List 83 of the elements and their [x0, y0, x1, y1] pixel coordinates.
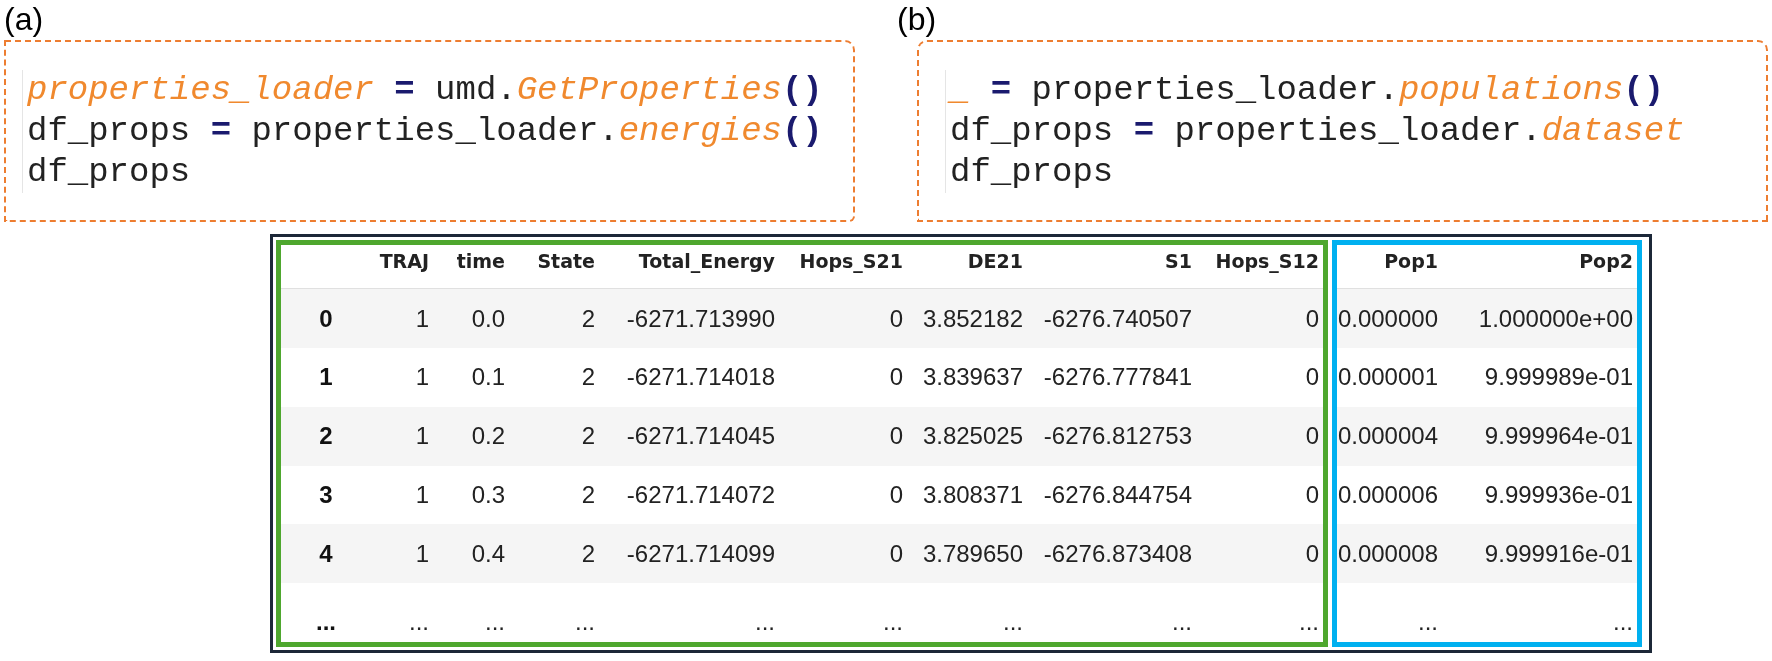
table-cell-text: 1 [414, 303, 430, 334]
row-index: 2 [318, 421, 334, 452]
table-cell-text: -6276.873408 [1042, 538, 1193, 569]
row-index: 3 [318, 479, 334, 510]
table-cell-text: -6276.740507 [1042, 303, 1193, 334]
code-line: df_props = properties_loader.dataset [950, 111, 1686, 152]
table-cell-text: 3.839637 [921, 362, 1024, 393]
table-cell-text: 9.999964e-01 [1483, 421, 1634, 452]
table-cell-text: 2 [580, 479, 596, 510]
table-cell-text: ... [882, 607, 904, 637]
table-cell-text: -6271.714018 [625, 362, 776, 393]
table-cell-text: 3.852182 [921, 303, 1024, 334]
table-cell-text: 0 [888, 479, 904, 510]
table-cell-text: ... [574, 607, 596, 637]
column-header: State [536, 249, 596, 274]
table-cell-text: ... [1417, 607, 1439, 637]
table-cell-text: 0 [888, 421, 904, 452]
table-cell-text: 2 [580, 538, 596, 569]
code-line: df_props [950, 152, 1115, 193]
table-cell-text: 1 [414, 538, 430, 569]
table-cell-text: ... [1298, 607, 1320, 637]
table-cell-text: -6276.812753 [1042, 421, 1193, 452]
table-cell-text: 0 [1304, 421, 1320, 452]
code-line: properties_loader = umd.GetProperties() [27, 70, 824, 111]
column-header: time [455, 249, 506, 274]
table-cell-text: 0.000008 [1337, 538, 1439, 569]
code-line: df_props [27, 152, 192, 193]
column-header: TRAJ [378, 249, 430, 274]
table-cell-text: -6271.714045 [625, 421, 776, 452]
row-index: 1 [318, 362, 334, 393]
table-cell-text: 9.999916e-01 [1483, 538, 1634, 569]
table-cell-text: ... [754, 607, 776, 637]
table-cell-text: -6276.777841 [1042, 362, 1193, 393]
table-cell-text: 3.825025 [921, 421, 1024, 452]
column-header: Pop1 [1383, 249, 1439, 274]
column-header: S1 [1164, 249, 1193, 274]
table-cell-text: 1 [414, 362, 430, 393]
table-cell-text: 2 [580, 421, 596, 452]
row-index: ... [315, 607, 337, 637]
table-cell-text: -6271.713990 [625, 303, 776, 334]
table-cell-text: 9.999936e-01 [1483, 479, 1634, 510]
table-cell-text: 0.1 [470, 362, 506, 393]
column-header: DE21 [966, 249, 1024, 274]
table-cell-text: 0.0 [470, 303, 506, 334]
table-cell-text: 0 [888, 538, 904, 569]
table-cell-text: 3.808371 [921, 479, 1024, 510]
table-cell-text: 0.4 [470, 538, 506, 569]
table-cell-text: 0 [888, 362, 904, 393]
table-cell-text: 0 [1304, 538, 1320, 569]
table-cell-text: -6276.844754 [1042, 479, 1193, 510]
table-cell-text: 1 [414, 479, 430, 510]
table-cell-text: 0.000000 [1337, 303, 1439, 334]
table-cell-text: 0.000006 [1337, 479, 1439, 510]
table-cell-text: 0.3 [470, 479, 506, 510]
table-cell-text: 0 [1304, 362, 1320, 393]
row-index: 0 [318, 303, 334, 334]
column-header: Hops_S21 [798, 249, 904, 275]
column-header: Pop2 [1578, 249, 1634, 274]
row-index: 4 [318, 538, 334, 569]
column-header: Total_Energy [637, 249, 776, 275]
table-cell-text: 3.789650 [921, 538, 1024, 569]
table-cell-text: ... [408, 607, 430, 637]
panel-label: (b) [897, 2, 938, 39]
table-cell-text: -6271.714099 [625, 538, 776, 569]
table-cell-text: -6271.714072 [625, 479, 776, 510]
table-cell-text: ... [484, 607, 506, 637]
table-cell-text: 0 [888, 303, 904, 334]
table-cell-text: 1.000000e+00 [1477, 303, 1634, 334]
panel-label: (a) [4, 2, 45, 39]
table-cell-text: 2 [580, 362, 596, 393]
table-cell-text: 0.2 [470, 421, 506, 452]
table-cell-text: ... [1612, 607, 1634, 637]
column-header: Hops_S12 [1214, 249, 1320, 275]
table-cell-text: 2 [580, 303, 596, 334]
table-cell-text: ... [1002, 607, 1024, 637]
table-cell-text: 0.000004 [1337, 421, 1439, 452]
table-cell-text: 0 [1304, 303, 1320, 334]
table-cell-text: 0.000001 [1337, 362, 1439, 393]
table-cell-text: 9.999989e-01 [1483, 362, 1634, 393]
table-cell-text: ... [1171, 607, 1193, 637]
table-cell-text: 1 [414, 421, 430, 452]
table-cell-text: 0 [1304, 479, 1320, 510]
code-line: df_props = properties_loader.energies() [27, 111, 824, 152]
